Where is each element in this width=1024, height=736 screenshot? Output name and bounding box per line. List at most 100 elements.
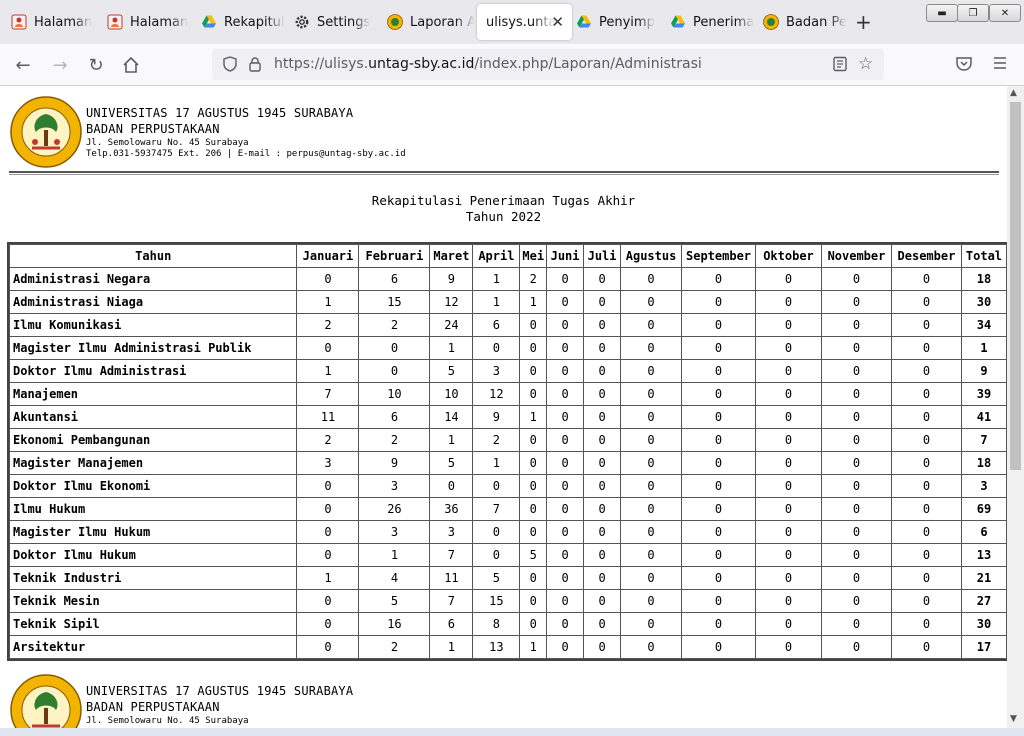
column-header: Tahun bbox=[8, 244, 298, 268]
month-count-cell: 0 bbox=[620, 566, 683, 590]
reader-view-icon[interactable] bbox=[832, 56, 848, 76]
url-text[interactable]: https://ulisys.untag-sby.ac.id/index.php… bbox=[274, 56, 702, 72]
month-count-cell: 0 bbox=[546, 497, 585, 521]
month-count-cell: 0 bbox=[755, 497, 822, 521]
forward-icon[interactable]: → bbox=[49, 54, 71, 76]
table-row: Magister Ilmu Hukum 0 3 3 0 0 0 0 0 0 0 0 0 6 bbox=[8, 520, 1007, 544]
maximize-button[interactable]: ❐ bbox=[957, 4, 989, 22]
menu-icon[interactable] bbox=[992, 55, 1008, 75]
month-count-cell: 0 bbox=[620, 612, 683, 636]
month-count-cell: 0 bbox=[890, 313, 962, 337]
table-row: Akuntansi 11 6 14 9 1 0 0 0 0 0 0 0 41 bbox=[8, 405, 1007, 429]
month-count-cell: 0 bbox=[755, 543, 822, 567]
month-count-cell: 7 bbox=[472, 497, 521, 521]
lock-icon[interactable] bbox=[248, 56, 262, 76]
month-count-cell: 1 bbox=[519, 405, 548, 429]
university-logo-icon bbox=[763, 14, 779, 30]
month-count-cell: 36 bbox=[429, 497, 474, 521]
back-icon[interactable]: ← bbox=[12, 54, 34, 76]
reload-icon[interactable]: ↻ bbox=[85, 54, 107, 76]
table-row: Ilmu Komunikasi 2 2 24 6 0 0 0 0 0 0 0 0 34 bbox=[8, 313, 1007, 337]
month-count-cell: 0 bbox=[890, 474, 962, 498]
close-tab-icon[interactable]: ✕ bbox=[551, 13, 564, 31]
letterhead-repeat: UNIVERSITAS 17 AGUSTUS 1945 SURABAYA BAD… bbox=[10, 674, 1000, 728]
month-count-cell: 0 bbox=[358, 336, 431, 360]
month-count-cell: 0 bbox=[681, 267, 757, 291]
month-count-cell: 0 bbox=[890, 405, 962, 429]
close-window-button[interactable]: ✕ bbox=[989, 4, 1021, 22]
month-count-cell: 0 bbox=[820, 313, 892, 337]
month-count-cell: 16 bbox=[358, 612, 431, 636]
department-name: BADAN PERPUSTAKAAN bbox=[86, 700, 220, 714]
total-cell: 18 bbox=[960, 451, 1007, 475]
new-tab-button[interactable]: + bbox=[855, 12, 872, 32]
month-count-cell: 0 bbox=[472, 474, 521, 498]
month-count-cell: 0 bbox=[546, 589, 585, 613]
month-count-cell: 0 bbox=[681, 313, 757, 337]
month-count-cell: 26 bbox=[358, 497, 431, 521]
table-row: Administrasi Negara 0 6 9 1 2 0 0 0 0 0 0 0 18 bbox=[8, 267, 1007, 291]
month-count-cell: 0 bbox=[546, 267, 585, 291]
month-count-cell: 1 bbox=[472, 290, 521, 314]
month-count-cell: 0 bbox=[546, 359, 585, 383]
month-count-cell: 9 bbox=[429, 267, 474, 291]
month-count-cell: 0 bbox=[519, 612, 548, 636]
month-count-cell: 0 bbox=[546, 451, 585, 475]
browser-tab[interactable]: Penyimp bbox=[573, 4, 664, 40]
month-count-cell: 0 bbox=[583, 497, 622, 521]
month-count-cell: 0 bbox=[546, 313, 585, 337]
bookmark-star-icon[interactable]: ☆ bbox=[858, 54, 873, 74]
table-row: Ilmu Hukum 0 26 36 7 0 0 0 0 0 0 0 0 69 bbox=[8, 497, 1007, 521]
program-name-cell: Teknik Sipil bbox=[8, 612, 298, 636]
month-count-cell: 0 bbox=[620, 267, 683, 291]
page-content: UNIVERSITAS 17 AGUSTUS 1945 SURABAYA BAD… bbox=[0, 86, 1007, 728]
browser-tab[interactable]: Settings bbox=[291, 4, 382, 40]
month-count-cell: 0 bbox=[583, 566, 622, 590]
month-count-cell: 0 bbox=[681, 612, 757, 636]
month-count-cell: 1 bbox=[429, 336, 474, 360]
university-logo bbox=[10, 674, 82, 728]
month-count-cell: 0 bbox=[820, 635, 892, 659]
program-name-cell: Doktor Ilmu Administrasi bbox=[8, 359, 298, 383]
tab-label: Laporan A bbox=[410, 14, 475, 30]
month-count-cell: 0 bbox=[429, 474, 474, 498]
header-divider bbox=[9, 171, 999, 175]
minimize-button[interactable]: ▬ bbox=[926, 4, 958, 22]
browser-tab[interactable]: Badan Pe bbox=[760, 4, 851, 40]
vertical-scrollbar[interactable]: ▲ ▼ bbox=[1007, 86, 1024, 728]
month-count-cell: 0 bbox=[755, 336, 822, 360]
scroll-up-icon[interactable]: ▲ bbox=[1010, 88, 1017, 98]
table-row: Manajemen 7 10 10 12 0 0 0 0 0 0 0 0 39 bbox=[8, 382, 1007, 406]
shield-icon[interactable] bbox=[222, 56, 238, 76]
column-header: Januari bbox=[296, 244, 360, 268]
browser-tab[interactable]: ulisys.unta ✕ bbox=[477, 4, 572, 40]
program-name-cell: Administrasi Niaga bbox=[8, 290, 298, 314]
program-name-cell: Arsitektur bbox=[8, 635, 298, 659]
browser-tab[interactable]: Halaman bbox=[8, 4, 99, 40]
total-cell: 6 bbox=[960, 520, 1007, 544]
month-count-cell: 0 bbox=[583, 267, 622, 291]
contact-text: Telp.031-5937475 Ext. 206 | E-mail : per… bbox=[86, 149, 406, 159]
browser-tab[interactable]: Penerima bbox=[667, 4, 758, 40]
browser-tab[interactable]: Halaman bbox=[104, 4, 195, 40]
month-count-cell: 2 bbox=[519, 267, 548, 291]
month-count-cell: 0 bbox=[681, 428, 757, 452]
browser-tab[interactable]: Rekapitul bbox=[198, 4, 289, 40]
scrollbar-thumb[interactable] bbox=[1010, 102, 1021, 470]
table-row: Teknik Mesin 0 5 7 15 0 0 0 0 0 0 0 0 27 bbox=[8, 589, 1007, 613]
scroll-down-icon[interactable]: ▼ bbox=[1010, 714, 1017, 724]
month-count-cell: 0 bbox=[755, 451, 822, 475]
month-count-cell: 0 bbox=[583, 290, 622, 314]
total-cell: 18 bbox=[960, 267, 1007, 291]
month-count-cell: 0 bbox=[519, 589, 548, 613]
column-header: November bbox=[820, 244, 892, 268]
table-row: Doktor Ilmu Administrasi 1 0 5 3 0 0 0 0 0 0 0 0 9 bbox=[8, 359, 1007, 383]
university-name: UNIVERSITAS 17 AGUSTUS 1945 SURABAYA bbox=[86, 106, 354, 120]
url-bar[interactable]: https://ulisys.untag-sby.ac.id/index.php… bbox=[212, 49, 884, 80]
table-row: Teknik Industri 1 4 11 5 0 0 0 0 0 0 0 0 21 bbox=[8, 566, 1007, 590]
home-icon[interactable] bbox=[120, 54, 142, 76]
browser-tab[interactable]: Laporan A bbox=[384, 4, 475, 40]
month-count-cell: 1 bbox=[472, 267, 521, 291]
month-count-cell: 0 bbox=[681, 290, 757, 314]
pocket-icon[interactable] bbox=[955, 56, 973, 76]
